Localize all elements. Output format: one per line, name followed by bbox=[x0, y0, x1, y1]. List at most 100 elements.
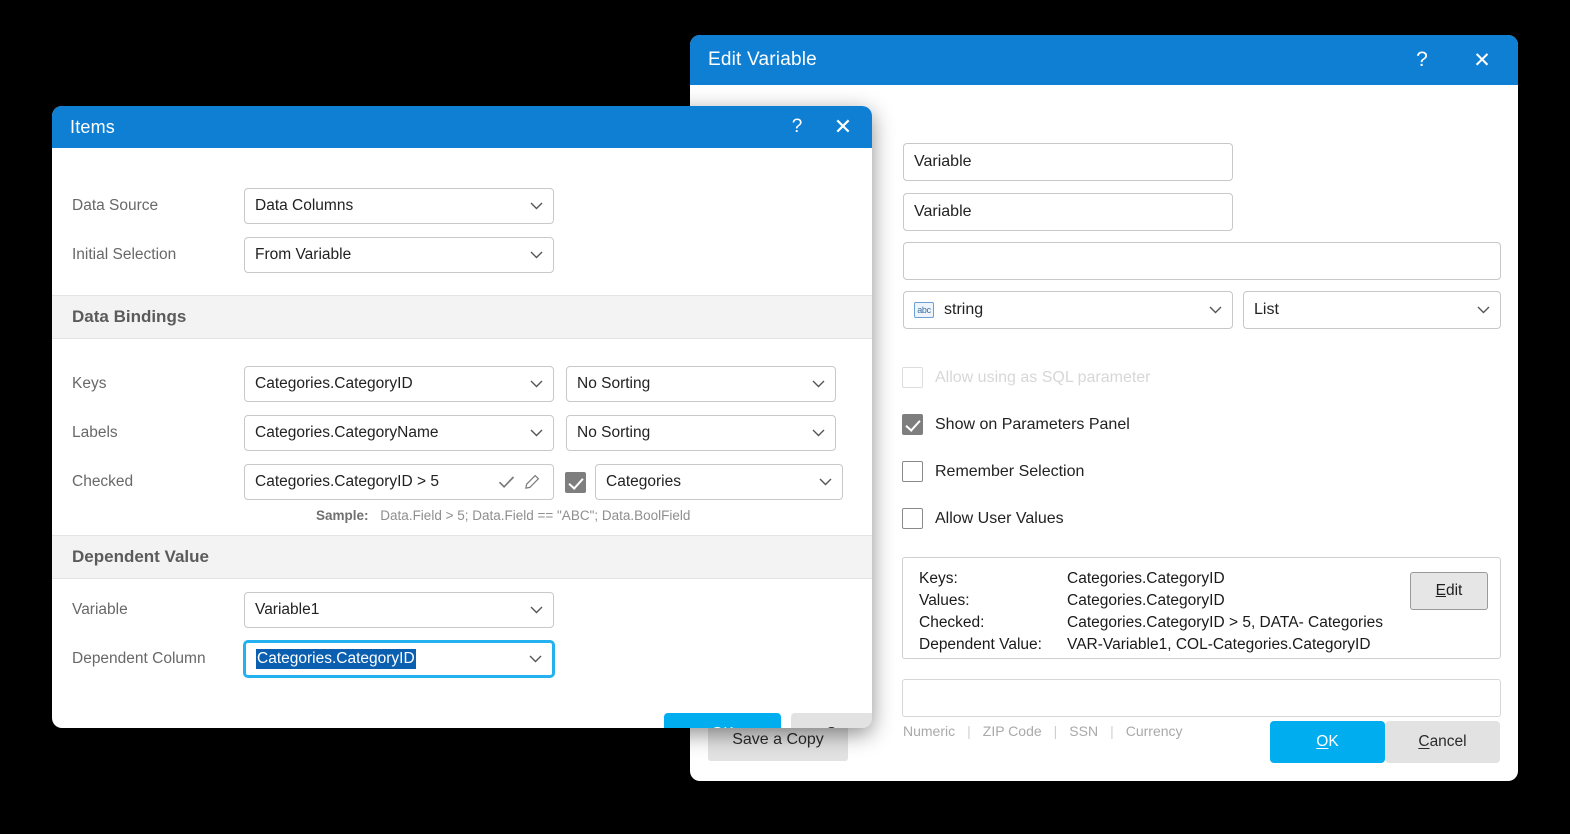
chevron-down-icon bbox=[811, 429, 825, 437]
items-titlebar[interactable]: Items ? ✕ bbox=[52, 106, 872, 148]
data-source-select[interactable]: Data Columns bbox=[244, 188, 554, 224]
section-dependent-value: Dependent Value bbox=[52, 535, 872, 579]
items-dialog: Items ? ✕ Data Source Data Columns Initi… bbox=[52, 106, 872, 728]
chevron-down-icon bbox=[529, 429, 543, 437]
checkbox-box bbox=[902, 367, 923, 388]
variable-description-input[interactable] bbox=[903, 242, 1501, 280]
dependent-variable-select[interactable]: Variable1 bbox=[244, 592, 554, 628]
checked-datasource-select[interactable]: Categories bbox=[595, 464, 843, 500]
list-settings-summary: Keys: Categories.CategoryID Values: Cate… bbox=[902, 557, 1501, 659]
edit-list-button[interactable]: Edit bbox=[1410, 572, 1488, 610]
mask-separator: | bbox=[1053, 723, 1058, 739]
checkbox-remember-selection[interactable]: Remember Selection bbox=[902, 461, 1084, 482]
keys-label: Keys bbox=[72, 375, 107, 392]
section-dependent-value-label: Dependent Value bbox=[72, 547, 209, 566]
cancel-label: Cancel bbox=[825, 725, 872, 728]
variable-name-input[interactable]: Variable bbox=[903, 143, 1233, 181]
sample-hint: Sample: Data.Field > 5; Data.Field == "A… bbox=[316, 508, 690, 523]
checkbox-label: Show on Parameters Panel bbox=[935, 415, 1130, 433]
apply-check-icon[interactable] bbox=[495, 471, 517, 493]
checkbox-box bbox=[902, 508, 923, 529]
labels-sorting-select[interactable]: No Sorting bbox=[566, 415, 836, 451]
help-icon[interactable]: ? bbox=[774, 106, 820, 148]
close-icon[interactable]: ✕ bbox=[820, 106, 866, 148]
save-a-copy-label: Save a Copy bbox=[732, 731, 824, 748]
row-labels: Labels Categories.CategoryName No Sortin… bbox=[52, 415, 836, 451]
mask-presets: Numeric | ZIP Code | SSN | Currency bbox=[903, 723, 1195, 739]
checkbox-box bbox=[902, 414, 923, 435]
checked-datasource-checkbox[interactable] bbox=[565, 471, 586, 493]
summary-label-checked: Checked: bbox=[919, 614, 985, 631]
summary-grid: Keys: Categories.CategoryID Values: Cate… bbox=[919, 570, 1484, 654]
chevron-down-icon bbox=[818, 478, 832, 486]
checkbox-label: Remember Selection bbox=[935, 462, 1085, 480]
chevron-down-icon bbox=[528, 655, 542, 663]
dependent-column-select[interactable]: Categories.CategoryID bbox=[244, 641, 554, 677]
checkbox-box bbox=[902, 461, 923, 482]
summary-label-values: Values: bbox=[919, 592, 970, 609]
row-dependent-variable: Variable Variable1 bbox=[52, 592, 554, 628]
checkbox-allow-sql-parameter[interactable]: Allow using as SQL parameter bbox=[902, 367, 1151, 388]
initial-selection-label: Initial Selection bbox=[72, 246, 177, 263]
close-icon[interactable]: ✕ bbox=[1452, 35, 1512, 85]
chevron-down-icon bbox=[1208, 306, 1222, 314]
checked-label: Checked bbox=[72, 473, 134, 490]
initial-selection-select[interactable]: From Variable bbox=[244, 237, 554, 273]
mask-input[interactable] bbox=[902, 679, 1501, 717]
labels-label: Labels bbox=[72, 424, 118, 441]
chevron-down-icon bbox=[529, 606, 543, 614]
row-keys: Keys Categories.CategoryID No Sorting bbox=[52, 366, 836, 402]
ok-label: OK bbox=[711, 725, 733, 728]
summary-label-dependent-value: Dependent Value: bbox=[919, 636, 1042, 653]
edit-variable-title: Edit Variable bbox=[708, 49, 817, 70]
summary-value-checked: Categories.CategoryID > 5, DATA- Categor… bbox=[1067, 614, 1384, 631]
section-data-bindings: Data Bindings bbox=[52, 295, 872, 339]
chevron-down-icon bbox=[811, 380, 825, 388]
labels-select[interactable]: Categories.CategoryName bbox=[244, 415, 554, 451]
summary-label-keys: Keys: bbox=[919, 570, 958, 587]
items-ok-button[interactable]: OK bbox=[664, 713, 781, 728]
mask-separator: | bbox=[1110, 723, 1114, 739]
dependent-column-label: Dependent Column bbox=[72, 650, 206, 667]
checkbox-label: Allow using as SQL parameter bbox=[935, 368, 1151, 386]
ok-label: OK bbox=[1316, 733, 1339, 750]
row-dependent-column: Dependent Column Categories.CategoryID bbox=[52, 641, 554, 677]
section-data-bindings-label: Data Bindings bbox=[72, 307, 187, 326]
items-cancel-button[interactable]: Cancel bbox=[791, 713, 872, 728]
checkbox-show-on-parameters-panel[interactable]: Show on Parameters Panel bbox=[902, 414, 1130, 435]
dependent-variable-label: Variable bbox=[72, 601, 128, 618]
chevron-down-icon bbox=[529, 202, 543, 210]
mask-preset-ssn[interactable]: SSN bbox=[1069, 723, 1110, 739]
abc-string-icon: abc bbox=[914, 302, 934, 318]
checkbox-allow-user-values[interactable]: Allow User Values bbox=[902, 508, 1064, 529]
keys-select[interactable]: Categories.CategoryID bbox=[244, 366, 554, 402]
mask-preset-zip-code[interactable]: ZIP Code bbox=[983, 723, 1054, 739]
edit-variable-cancel-button[interactable]: Cancel bbox=[1385, 721, 1500, 763]
help-icon[interactable]: ? bbox=[1392, 35, 1452, 85]
edit-variable-titlebar[interactable]: Edit Variable ? ✕ bbox=[690, 35, 1518, 85]
summary-value-dependent-value: VAR-Variable1, COL-Categories.CategoryID bbox=[1067, 636, 1371, 653]
keys-sorting-select[interactable]: No Sorting bbox=[566, 366, 836, 402]
chevron-down-icon bbox=[529, 251, 543, 259]
variable-caption-input[interactable]: Variable bbox=[903, 193, 1233, 231]
screen: Edit Variable ? ✕ Variable Variable abc … bbox=[0, 0, 1570, 834]
chevron-down-icon bbox=[1476, 306, 1490, 314]
checked-expression-input[interactable]: Categories.CategoryID > 5 bbox=[244, 464, 554, 500]
variable-type-select[interactable]: abc string bbox=[903, 291, 1233, 329]
mask-preset-numeric[interactable]: Numeric bbox=[903, 723, 967, 739]
edit-variable-ok-button[interactable]: OK bbox=[1270, 721, 1385, 763]
mask-preset-currency[interactable]: Currency bbox=[1126, 723, 1195, 739]
row-data-source: Data Source Data Columns bbox=[52, 188, 554, 224]
chevron-down-icon bbox=[529, 380, 543, 388]
items-body: Data Source Data Columns Initial Selecti… bbox=[52, 148, 872, 728]
items-title: Items bbox=[70, 116, 116, 137]
sample-label: Sample: bbox=[316, 508, 369, 523]
cancel-label: Cancel bbox=[1418, 733, 1467, 750]
variable-kind-select[interactable]: List bbox=[1243, 291, 1501, 329]
mask-separator: | bbox=[967, 723, 971, 739]
edit-button-label: Edit bbox=[1435, 582, 1463, 599]
row-checked: Checked Categories.CategoryID > 5 Catego… bbox=[52, 464, 843, 500]
edit-pencil-icon[interactable] bbox=[521, 471, 543, 493]
sample-text: Data.Field > 5; Data.Field == "ABC"; Dat… bbox=[380, 508, 691, 523]
data-source-label: Data Source bbox=[72, 197, 159, 214]
